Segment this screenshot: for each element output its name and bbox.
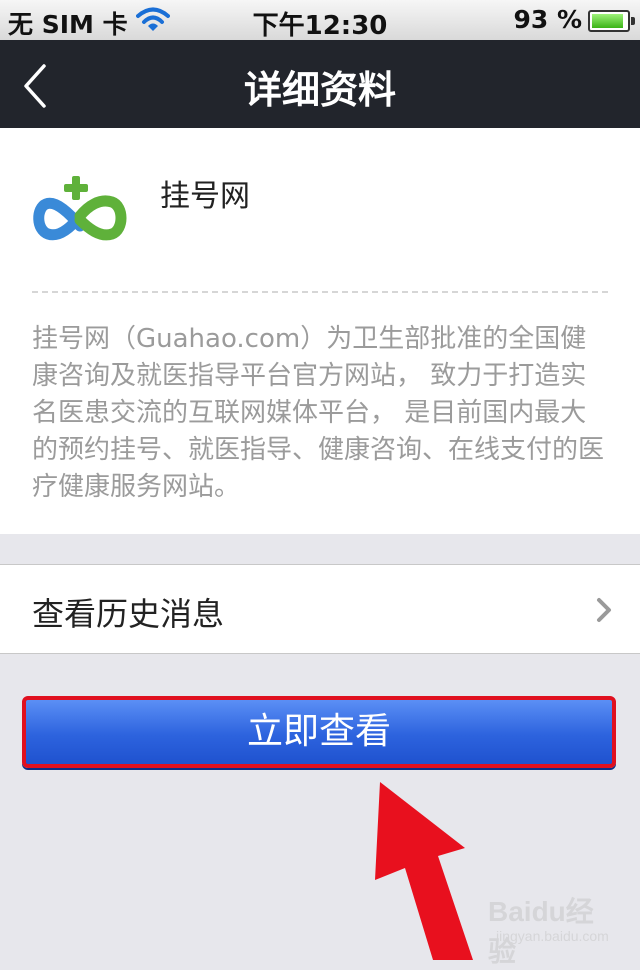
guahao-logo-icon	[33, 176, 127, 241]
view-history-cell[interactable]: 查看历史消息	[0, 564, 640, 654]
chevron-right-icon	[597, 598, 611, 622]
account-name: 挂号网	[160, 179, 250, 214]
view-history-label: 查看历史消息	[32, 595, 225, 633]
battery-icon	[588, 10, 635, 32]
battery-fill	[592, 14, 623, 28]
status-bar: 无 SIM 卡 下午12:30 93 %	[0, 0, 640, 41]
watermark-sub: jingyan.baidu.com	[496, 928, 609, 944]
divider	[32, 291, 608, 293]
account-description: 挂号网（Guahao.com）为卫生部批准的全国健康咨询及就医指导平台官方网站，…	[32, 324, 605, 502]
nav-bar: 详细资料	[0, 40, 640, 128]
page-title: 详细资料	[243, 68, 396, 112]
view-now-button[interactable]: 立即查看	[22, 696, 616, 768]
red-arrow-icon	[375, 782, 473, 960]
profile-card: 挂号网 挂号网（Guahao.com）为卫生部批准的全国健康咨询及就医指导平台官…	[0, 128, 640, 534]
baidu-watermark: Baidu经验 jingyan.baidu.com	[488, 890, 618, 967]
battery-percentage: 93 %	[513, 5, 582, 34]
